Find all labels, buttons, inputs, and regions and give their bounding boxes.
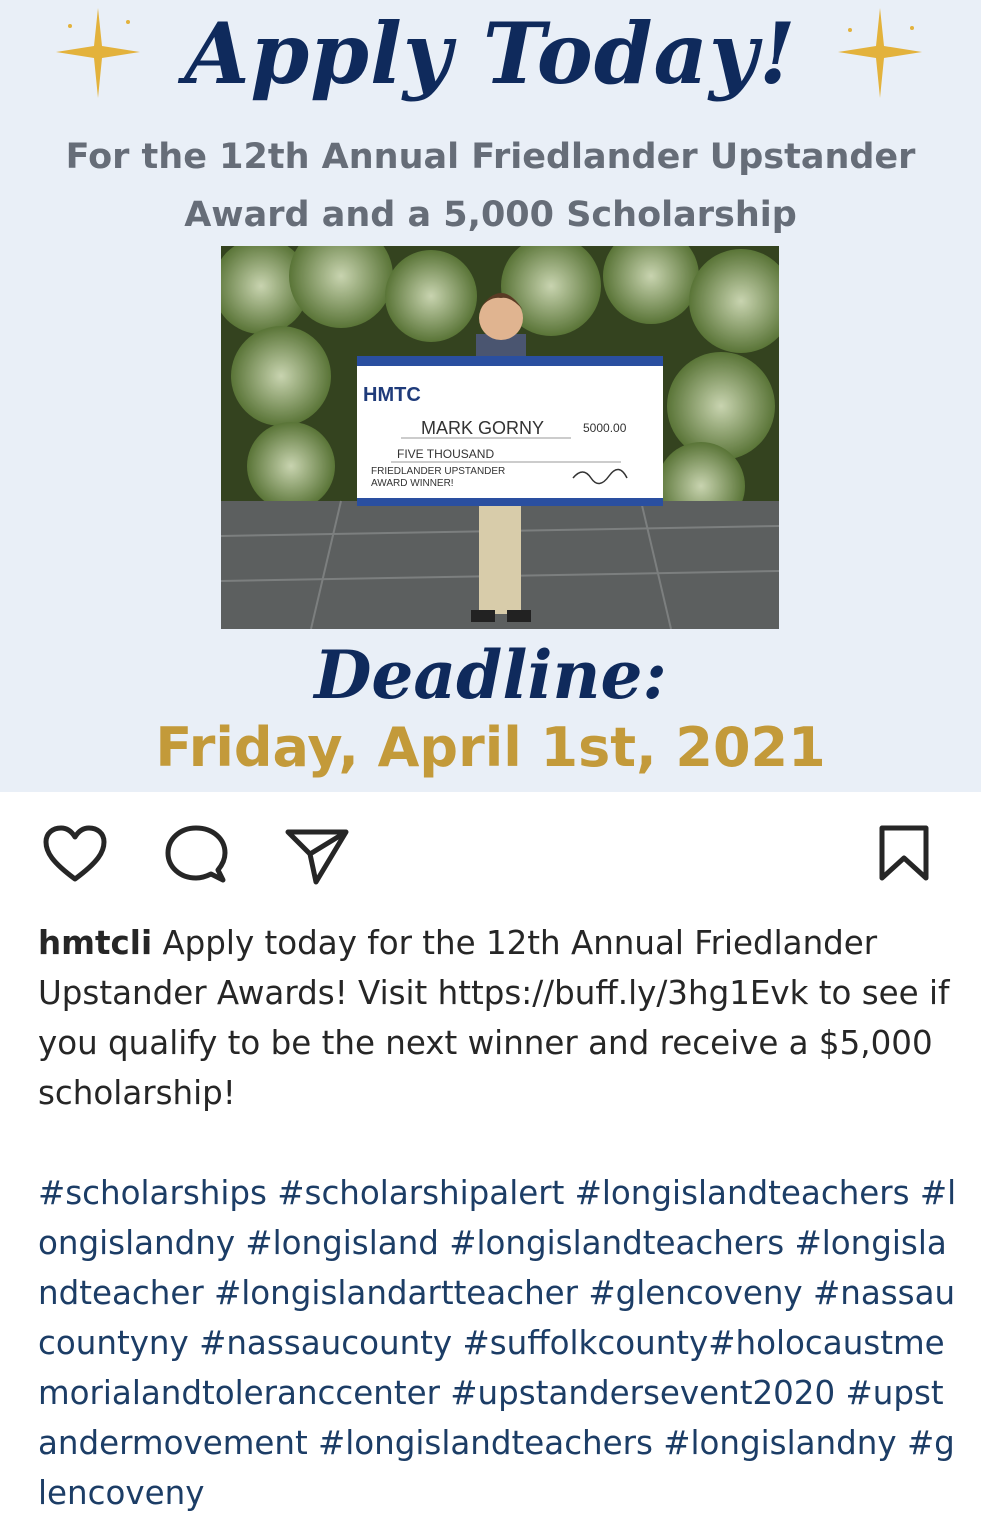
post-image[interactable]: Apply Today! For the 12th Annual Friedla… xyxy=(0,0,981,792)
deadline-date: Friday, April 1st, 2021 xyxy=(155,716,826,779)
check-logo: HMTC xyxy=(363,384,421,406)
comment-icon[interactable] xyxy=(164,824,228,886)
check-amount-words: FIVE THOUSAND xyxy=(397,447,494,461)
check-amount: 5000.00 xyxy=(583,421,627,435)
send-icon[interactable] xyxy=(284,826,350,886)
caption-text: Apply today for the 12th Annual Friedlan… xyxy=(38,924,950,1112)
check-memo-2: AWARD WINNER! xyxy=(371,478,454,489)
heart-icon[interactable] xyxy=(42,824,108,884)
bookmark-icon[interactable] xyxy=(876,824,932,884)
action-bar xyxy=(0,792,981,912)
caption-username[interactable]: hmtcli xyxy=(38,924,152,962)
headline: Apply Today! xyxy=(184,4,797,103)
caption-body: hmtcli Apply today for the 12th Annual F… xyxy=(38,918,958,1118)
caption: hmtcli Apply today for the 12th Annual F… xyxy=(38,918,958,1518)
subhead-line-1: For the 12th Annual Friedlander Upstande… xyxy=(65,137,916,177)
check-memo-1: FRIEDLANDER UPSTANDER xyxy=(371,466,505,477)
winner-photo: HMTC MARK GORNY 5000.00 FIVE THOUSAND FR… xyxy=(221,246,779,629)
deadline-label: Deadline: xyxy=(314,636,667,714)
caption-hashtags[interactable]: #scholarships #scholarshipalert #longisl… xyxy=(38,1168,958,1518)
subhead-line-2: Award and a 5,000 Scholarship xyxy=(184,195,797,235)
subhead: For the 12th Annual Friedlander Upstande… xyxy=(30,128,951,244)
check-payee: MARK GORNY xyxy=(421,418,544,438)
